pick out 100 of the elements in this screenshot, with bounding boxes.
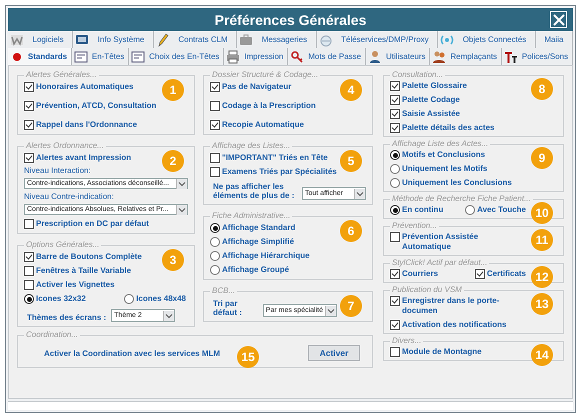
option-label[interactable]: Affichage Simplifié: [222, 236, 294, 247]
tab[interactable]: Logiciels: [8, 31, 74, 48]
radio-button[interactable]: [210, 237, 220, 247]
radio-button[interactable]: [390, 150, 400, 160]
option-label[interactable]: Palette Glossaire: [402, 80, 467, 91]
option-label[interactable]: Prévention Assistée Automatique: [402, 231, 528, 252]
option-label[interactable]: En continu: [402, 204, 444, 215]
option-label[interactable]: Barre de Boutons Complète: [36, 251, 142, 262]
option-label[interactable]: Affichage Hiérarchique: [222, 250, 310, 261]
option-label[interactable]: Prescription en DC par défaut: [36, 218, 149, 229]
option-label[interactable]: Activation des notifications: [402, 319, 506, 330]
option-label[interactable]: Alertes avant Impression: [36, 152, 132, 163]
checkbox[interactable]: [24, 101, 34, 111]
checkbox[interactable]: [474, 269, 485, 279]
briefcase-icon: [239, 32, 254, 46]
number-badge: 1: [162, 79, 184, 101]
checkbox[interactable]: [390, 320, 400, 330]
tab[interactable]: Choix des En-Têtes: [129, 48, 224, 65]
group-title: Consultation...: [390, 70, 446, 79]
checkbox[interactable]: [390, 296, 400, 306]
checkbox[interactable]: [24, 153, 34, 163]
checkbox[interactable]: [390, 269, 400, 279]
checkbox[interactable]: [24, 266, 34, 276]
checkbox[interactable]: [210, 153, 220, 163]
option-label[interactable]: Recopie Automatique: [222, 119, 304, 130]
option-label[interactable]: Icones 32x32: [36, 293, 86, 304]
tab[interactable]: Standards: [8, 48, 72, 65]
tab[interactable]: Remplaçants: [430, 48, 502, 65]
checkbox[interactable]: [390, 109, 400, 119]
option-label[interactable]: Examens Triés par Spécialités: [222, 166, 337, 177]
close-button[interactable]: [550, 11, 567, 28]
checkbox[interactable]: [24, 252, 34, 262]
option-label[interactable]: Certificats: [486, 268, 526, 279]
group-title: Publication du VSM: [390, 285, 464, 294]
radio-button[interactable]: [390, 205, 400, 215]
number-badge: 8: [531, 78, 553, 100]
option-label[interactable]: Uniquement les Motifs: [402, 163, 488, 174]
checkbox[interactable]: [24, 280, 34, 290]
checkbox[interactable]: [24, 219, 34, 229]
option-label[interactable]: Icones 48x48: [136, 293, 186, 304]
option-label[interactable]: Palette Codage: [402, 94, 460, 105]
option-label[interactable]: "IMPORTANT" Triés en Tête: [222, 152, 328, 163]
document-icon: [74, 50, 88, 64]
checkbox[interactable]: [210, 82, 220, 92]
tab[interactable]: Messageries: [237, 31, 317, 48]
radio-button[interactable]: [390, 178, 400, 188]
checkbox[interactable]: [390, 347, 400, 357]
option-label[interactable]: Rappel dans l'Ordonnance: [36, 119, 138, 130]
option-label[interactable]: Courriers: [402, 268, 438, 279]
radio-button[interactable]: [124, 294, 134, 304]
activate-button[interactable]: Activer: [308, 345, 360, 361]
option-label[interactable]: Activer les Vignettes: [36, 279, 115, 290]
checkbox[interactable]: [390, 95, 400, 105]
printer-icon: [226, 50, 240, 64]
group-title: Fiche Administrative...: [210, 211, 292, 220]
field-label: Tri par défaut :: [213, 299, 243, 317]
radio-button[interactable]: [390, 164, 400, 174]
option-label[interactable]: Affichage Standard: [222, 222, 296, 233]
checkbox[interactable]: [390, 123, 400, 133]
checkbox[interactable]: [210, 101, 220, 111]
group-title: Dossier Structuré & Codage...: [210, 70, 320, 79]
tab[interactable]: En-Têtes: [72, 48, 130, 65]
radio-button[interactable]: [465, 205, 476, 215]
group-title: StylClick! Actif par défaut...: [390, 258, 490, 267]
option-label[interactable]: Avec Touche: [477, 204, 526, 215]
option-label[interactable]: Fenêtres à Taille Variable: [36, 265, 132, 276]
caret-icon: [325, 306, 336, 316]
caret-icon: [354, 188, 365, 198]
option-label[interactable]: Module de Montagne: [402, 346, 482, 357]
group-title: Options Générales...: [24, 240, 102, 249]
tab[interactable]: Impression: [224, 48, 288, 65]
option-label[interactable]: Prévention, ATCD, Consultation: [36, 100, 156, 111]
monitor-icon: [75, 32, 90, 46]
checkbox[interactable]: [210, 120, 220, 130]
tab[interactable]: Mots de Passe: [288, 48, 366, 65]
group-title: Prévention...: [390, 221, 439, 230]
option-label[interactable]: Motifs et Conclusions: [402, 149, 486, 160]
checkbox[interactable]: [24, 82, 34, 92]
field-label: Ne pas afficher les éléments de plus de :: [213, 182, 296, 200]
option-label[interactable]: Enregistrer dans le porte-documen: [402, 295, 528, 316]
number-badge: 2: [162, 150, 184, 172]
font-icon: [504, 50, 518, 64]
tab[interactable]: Info Système: [73, 31, 154, 48]
checkbox[interactable]: [24, 120, 34, 130]
option-label[interactable]: Saisie Assistée: [402, 108, 460, 119]
checkbox[interactable]: [390, 232, 400, 242]
option-label[interactable]: Honoraires Automatiques: [36, 81, 134, 92]
option-label[interactable]: Codage à la Prescription: [222, 100, 316, 111]
option-label[interactable]: Affichage Groupé: [222, 264, 290, 275]
radio-button[interactable]: [210, 223, 220, 233]
radio-button[interactable]: [210, 251, 220, 261]
group-title: Alertes Générales...: [24, 70, 99, 79]
radio-button[interactable]: [24, 294, 34, 304]
radio-button[interactable]: [210, 265, 220, 275]
option-label[interactable]: Uniquement les Conclusions: [402, 177, 512, 188]
checkbox[interactable]: [210, 167, 220, 177]
tab[interactable]: Objets Connectés: [438, 31, 536, 48]
option-label[interactable]: Palette détails des actes: [402, 122, 494, 133]
option-label[interactable]: Pas de Navigateur: [222, 81, 292, 92]
checkbox[interactable]: [390, 81, 400, 91]
